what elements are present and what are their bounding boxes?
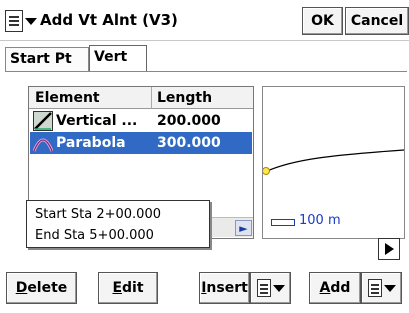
start-station-label: Start Sta 2+00.000 [35, 207, 161, 222]
parabola-icon [33, 138, 53, 152]
alignment-preview[interactable]: 100 m [262, 86, 405, 239]
insert-dropdown-button[interactable] [250, 272, 291, 304]
element-length: 300.000 [157, 135, 221, 151]
menu-icon [367, 279, 382, 297]
ok-button[interactable]: OK [302, 7, 343, 35]
delete-button-mnemonic: D [15, 280, 28, 296]
cancel-button[interactable]: Cancel [345, 7, 409, 35]
vertex-marker [263, 167, 270, 175]
tab-divider [5, 71, 407, 72]
add-button[interactable]: Add [309, 272, 361, 304]
add-button-label: dd [330, 280, 351, 296]
chevron-down-icon [383, 284, 396, 292]
column-header-element[interactable]: Element [35, 90, 100, 106]
element-name: Vertical ... [56, 113, 138, 129]
tab-start-pt[interactable]: Start Pt [5, 47, 89, 71]
play-icon [384, 243, 394, 255]
table-row[interactable]: Vertical ... 200.000 [30, 110, 252, 132]
edit-button-mnemonic: E [112, 280, 123, 296]
element-length: 200.000 [157, 113, 221, 129]
edit-button-label: dit [122, 280, 144, 296]
menu-icon [256, 279, 271, 297]
play-button[interactable] [378, 238, 400, 260]
menu-icon[interactable] [5, 10, 23, 32]
column-header-length[interactable]: Length [157, 90, 212, 106]
chevron-down-icon[interactable] [25, 18, 37, 25]
table-header: Element Length [29, 87, 253, 109]
tab-vert[interactable]: Vert [89, 45, 147, 72]
grade-line-icon [33, 111, 53, 131]
column-divider[interactable] [151, 87, 152, 109]
add-dropdown-button[interactable] [361, 272, 402, 304]
window-title: Add Vt Alnt (V3) [40, 11, 178, 29]
table-row[interactable]: Parabola 300.000 [30, 132, 252, 154]
scale-bar [271, 219, 295, 226]
chevron-down-icon [272, 284, 285, 292]
insert-button-label: nsert [206, 280, 248, 296]
edit-button[interactable]: Edit [98, 272, 158, 304]
title-bar: Add Vt Alnt (V3) OK Cancel [0, 0, 409, 41]
station-tooltip: Start Sta 2+00.000 End Sta 5+00.000 [26, 200, 210, 248]
profile-line [264, 149, 404, 173]
scale-label: 100 m [299, 213, 341, 228]
add-button-mnemonic: A [319, 280, 331, 296]
delete-button-label: elete [27, 280, 68, 296]
delete-button[interactable]: Delete [6, 272, 77, 304]
insert-button[interactable]: Insert [199, 272, 250, 304]
scroll-right-icon[interactable]: ► [235, 220, 252, 236]
end-station-label: End Sta 5+00.000 [35, 228, 154, 243]
element-name: Parabola [56, 135, 126, 151]
